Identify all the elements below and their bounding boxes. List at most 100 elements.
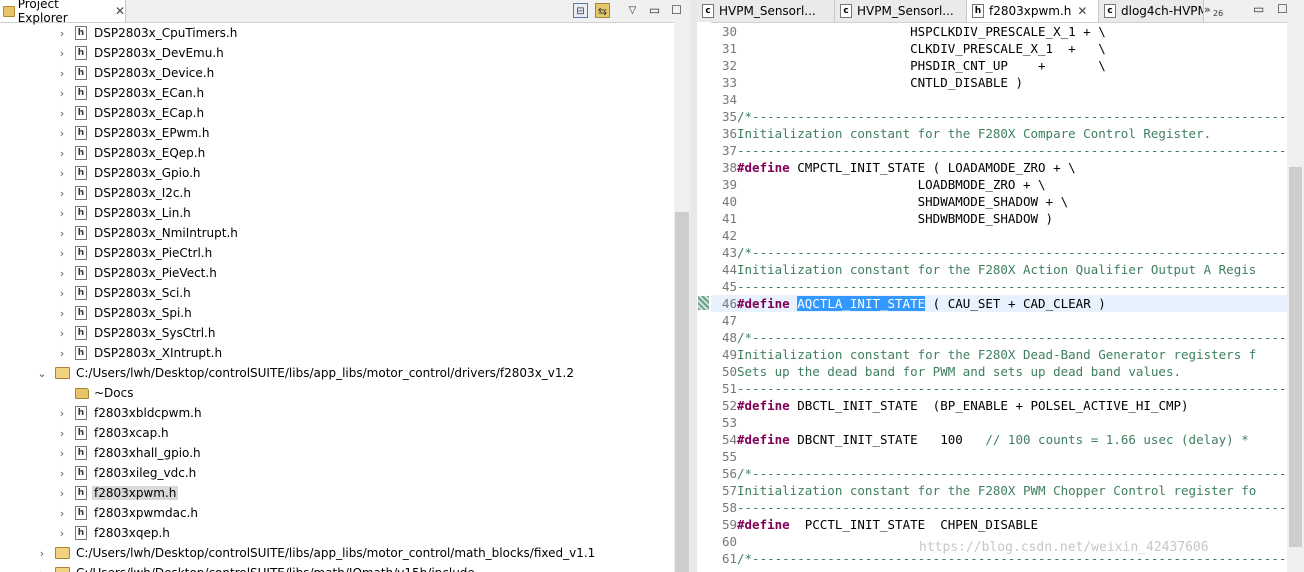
tree-item-file[interactable]: › h DSP2803x_SysCtrl.h bbox=[0, 323, 674, 343]
chevron-right-icon[interactable]: › bbox=[37, 547, 47, 560]
chevron-right-icon[interactable]: › bbox=[57, 507, 67, 520]
tree-item-file[interactable]: › h DSP2803x_PieCtrl.h bbox=[0, 243, 674, 263]
chevron-right-icon[interactable]: › bbox=[57, 327, 67, 340]
close-icon[interactable]: ✕ bbox=[115, 4, 125, 18]
chevron-right-icon[interactable]: › bbox=[57, 87, 67, 100]
code-line[interactable]: 48/*------------------------------------… bbox=[711, 329, 1287, 346]
code-line[interactable]: 43/*------------------------------------… bbox=[711, 244, 1287, 261]
code-line[interactable]: 56/*------------------------------------… bbox=[711, 465, 1287, 482]
code-line[interactable]: 41 SHDWBMODE_SHADOW ) bbox=[711, 210, 1287, 227]
code-line[interactable]: 54#define DBCNT_INIT_STATE 100 // 100 co… bbox=[711, 431, 1287, 448]
code-line[interactable]: 30 HSPCLKDIV_PRESCALE_X_1 + \ bbox=[711, 23, 1287, 40]
code-line[interactable]: 47 bbox=[711, 312, 1287, 329]
chevron-right-icon[interactable]: › bbox=[57, 207, 67, 220]
tree-item-file[interactable]: › h DSP2803x_Spi.h bbox=[0, 303, 674, 323]
editor-scrollbar-thumb[interactable] bbox=[1289, 167, 1302, 547]
code-line[interactable]: 57Initialization constant for the F280X … bbox=[711, 482, 1287, 499]
occurrence-marker-icon[interactable] bbox=[698, 296, 709, 310]
tree-item-folder[interactable]: ~Docs bbox=[0, 383, 674, 403]
tab-overflow-icon[interactable]: » bbox=[1204, 3, 1211, 16]
chevron-right-icon[interactable]: › bbox=[57, 427, 67, 440]
chevron-right-icon[interactable]: › bbox=[57, 187, 67, 200]
chevron-right-icon[interactable]: › bbox=[57, 227, 67, 240]
code-line[interactable]: 46#define AQCTLA_INIT_STATE ( CAU_SET + … bbox=[711, 295, 1287, 312]
project-explorer-tab[interactable]: Project Explorer ✕ bbox=[0, 0, 126, 25]
code-line[interactable]: 51--------------------------------------… bbox=[711, 380, 1287, 397]
tree-item-file[interactable]: › h DSP2803x_Lin.h bbox=[0, 203, 674, 223]
tree-item-file[interactable]: › h DSP2803x_Sci.h bbox=[0, 283, 674, 303]
chevron-right-icon[interactable]: › bbox=[57, 127, 67, 140]
chevron-right-icon[interactable]: › bbox=[57, 487, 67, 500]
chevron-right-icon[interactable]: › bbox=[57, 247, 67, 260]
maximize-editor-button[interactable]: ☐ bbox=[1277, 2, 1288, 16]
tree-item-folder[interactable]: › C:/Users/lwh/Desktop/controlSUITE/libs/… bbox=[0, 543, 674, 563]
tree-item-file[interactable]: › h f2803xpwm.h bbox=[0, 483, 674, 503]
code-line[interactable]: 39 LOADBMODE_ZRO + \ bbox=[711, 176, 1287, 193]
tree-item-file[interactable]: › h DSP2803x_CpuTimers.h bbox=[0, 23, 674, 43]
minimize-editor-button[interactable]: ▭ bbox=[1253, 2, 1264, 16]
code-line[interactable]: 37--------------------------------------… bbox=[711, 142, 1287, 159]
chevron-right-icon[interactable]: › bbox=[57, 27, 67, 40]
collapse-all-button[interactable]: ⊟ bbox=[573, 3, 588, 18]
code-line[interactable]: 49Initialization constant for the F280X … bbox=[711, 346, 1287, 363]
tree-item-file[interactable]: › h f2803xileg_vdc.h bbox=[0, 463, 674, 483]
chevron-right-icon[interactable]: › bbox=[57, 407, 67, 420]
editor-tab[interactable]: c HVPM_Sensorl... bbox=[697, 0, 835, 22]
code-line[interactable]: 32 PHSDIR_CNT_UP + \ bbox=[711, 57, 1287, 74]
code-line[interactable]: 44Initialization constant for the F280X … bbox=[711, 261, 1287, 278]
chevron-right-icon[interactable]: › bbox=[57, 147, 67, 160]
chevron-right-icon[interactable]: › bbox=[57, 307, 67, 320]
maximize-view-button[interactable]: ☐ bbox=[669, 3, 684, 18]
tree-item-file[interactable]: › h DSP2803x_ECap.h bbox=[0, 103, 674, 123]
tree-item-file[interactable]: › h f2803xbldcpwm.h bbox=[0, 403, 674, 423]
link-with-editor-button[interactable]: ⇆ bbox=[595, 3, 610, 18]
chevron-right-icon[interactable]: › bbox=[57, 67, 67, 80]
tree-item-file[interactable]: › h DSP2803x_PieVect.h bbox=[0, 263, 674, 283]
code-line[interactable]: 38#define CMPCTL_INIT_STATE ( LOADAMODE_… bbox=[711, 159, 1287, 176]
code-line[interactable]: 34 bbox=[711, 91, 1287, 108]
chevron-right-icon[interactable]: › bbox=[57, 287, 67, 300]
chevron-right-icon[interactable]: › bbox=[57, 467, 67, 480]
chevron-right-icon[interactable]: › bbox=[37, 567, 47, 572]
tree-item-file[interactable]: › h DSP2803x_DevEmu.h bbox=[0, 43, 674, 63]
editor-scrollbar[interactable] bbox=[1287, 22, 1304, 572]
tree-item-file[interactable]: › h DSP2803x_Gpio.h bbox=[0, 163, 674, 183]
chevron-right-icon[interactable]: › bbox=[57, 527, 67, 540]
code-line[interactable]: 58--------------------------------------… bbox=[711, 499, 1287, 516]
code-line[interactable]: 36Initialization constant for the F280X … bbox=[711, 125, 1287, 142]
chevron-right-icon[interactable]: › bbox=[57, 47, 67, 60]
view-menu-button[interactable]: ▽ bbox=[625, 3, 640, 18]
explorer-scrollbar[interactable] bbox=[674, 22, 690, 572]
tree-item-folder[interactable]: ⌄ C:/Users/lwh/Desktop/controlSUITE/libs/… bbox=[0, 363, 674, 383]
tree-item-file[interactable]: › h DSP2803x_XIntrupt.h bbox=[0, 343, 674, 363]
tree-item-file[interactable]: › h f2803xpwmdac.h bbox=[0, 503, 674, 523]
chevron-right-icon[interactable]: › bbox=[57, 347, 67, 360]
view-divider[interactable] bbox=[690, 0, 697, 572]
code-line[interactable]: 42 bbox=[711, 227, 1287, 244]
code-line[interactable]: 31 CLKDIV_PRESCALE_X_1 + \ bbox=[711, 40, 1287, 57]
code-line[interactable]: 45--------------------------------------… bbox=[711, 278, 1287, 295]
code-area[interactable]: 30 HSPCLKDIV_PRESCALE_X_1 + \ 31 CLKDIV_P… bbox=[697, 22, 1287, 572]
code-line[interactable]: 52#define DBCTL_INIT_STATE (BP_ENABLE + … bbox=[711, 397, 1287, 414]
chevron-right-icon[interactable]: › bbox=[57, 107, 67, 120]
tree-item-file[interactable]: › h f2803xqep.h bbox=[0, 523, 674, 543]
tree-item-file[interactable]: › h DSP2803x_Device.h bbox=[0, 63, 674, 83]
code-line[interactable]: 59#define PCCTL_INIT_STATE CHPEN_DISABLE bbox=[711, 516, 1287, 533]
editor-tab[interactable]: c HVPM_Sensorl... bbox=[835, 0, 967, 22]
tree-item-file[interactable]: › h DSP2803x_EPwm.h bbox=[0, 123, 674, 143]
code-line[interactable]: 55 bbox=[711, 448, 1287, 465]
editor-tab[interactable]: c dlog4ch-HVPM... bbox=[1099, 0, 1204, 22]
tree-item-file[interactable]: › h f2803xhall_gpio.h bbox=[0, 443, 674, 463]
minimize-view-button[interactable]: ▭ bbox=[647, 3, 662, 18]
chevron-right-icon[interactable]: › bbox=[57, 267, 67, 280]
tree-item-file[interactable]: › h DSP2803x_EQep.h bbox=[0, 143, 674, 163]
tree-item-file[interactable]: › h f2803xcap.h bbox=[0, 423, 674, 443]
close-icon[interactable]: ✕ bbox=[1077, 4, 1087, 18]
chevron-down-icon[interactable]: ⌄ bbox=[37, 367, 47, 380]
explorer-scrollbar-thumb[interactable] bbox=[675, 212, 689, 572]
code-line[interactable]: 53 bbox=[711, 414, 1287, 431]
editor-tab[interactable]: h f2803xpwm.h ✕ bbox=[967, 0, 1099, 22]
code-line[interactable]: 33 CNTLD_DISABLE ) bbox=[711, 74, 1287, 91]
tree-item-file[interactable]: › h DSP2803x_ECan.h bbox=[0, 83, 674, 103]
code-line[interactable]: 35/*------------------------------------… bbox=[711, 108, 1287, 125]
